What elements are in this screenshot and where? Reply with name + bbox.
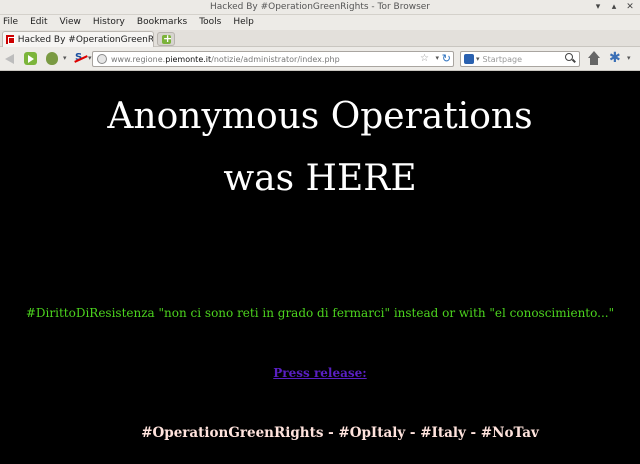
menu-tools[interactable]: Tools — [199, 15, 221, 30]
page-content: Anonymous Operations was HERE #DirittoDi… — [0, 72, 640, 464]
menu-bookmarks[interactable]: Bookmarks — [137, 15, 187, 30]
tab-label: Hacked By #OperationGreenRights — [17, 34, 153, 45]
home-icon[interactable] — [586, 51, 602, 67]
addon-dropdown-icon[interactable]: ▾ — [627, 54, 635, 70]
menu-bar: File Edit View History Bookmarks Tools H… — [0, 15, 640, 30]
hashtags-line: #OperationGreenRights - #OpItaly - #Ital… — [141, 425, 539, 441]
search-engine-dropdown-icon[interactable]: ▾ — [476, 55, 480, 63]
tor-onion-icon[interactable] — [44, 51, 62, 67]
tab-active[interactable]: Hacked By #OperationGreenRights — [2, 31, 154, 47]
bookmark-star-icon[interactable]: ☆ — [420, 53, 429, 64]
url-history-dropdown-icon[interactable]: ▾ — [435, 54, 439, 62]
window-title: Hacked By #OperationGreenRights - Tor Br… — [209, 2, 431, 12]
window-controls: ▾ ▴ ✕ — [593, 2, 635, 12]
search-placeholder: Startpage — [482, 54, 523, 64]
tab-bar: Hacked By #OperationGreenRights — [0, 30, 640, 47]
search-engine-icon[interactable] — [464, 54, 474, 64]
url-text: www.regione.piemonte.it/notizie/administ… — [111, 55, 340, 64]
url-domain: piemonte.it — [165, 54, 212, 64]
menu-help[interactable]: Help — [233, 15, 254, 30]
reload-icon[interactable]: ↻ — [442, 52, 451, 65]
forward-icon[interactable] — [22, 51, 38, 67]
headline-line-1: Anonymous Operations — [107, 96, 533, 137]
back-icon[interactable] — [3, 51, 19, 67]
noscript-icon[interactable] — [74, 51, 88, 67]
site-favicon-icon — [6, 35, 15, 44]
minimize-icon[interactable]: ▾ — [593, 2, 603, 12]
url-input[interactable]: www.regione.piemonte.it/notizie/administ… — [92, 51, 454, 67]
page-headline: Anonymous Operations was HERE — [0, 86, 640, 210]
search-icon[interactable] — [565, 53, 576, 64]
globe-icon — [97, 54, 107, 64]
url-prefix: www.regione. — [111, 54, 166, 64]
message-text: #DirittoDiResistenza "non ci sono reti i… — [25, 306, 615, 320]
addon-icon[interactable] — [608, 50, 626, 67]
close-icon[interactable]: ✕ — [625, 2, 635, 12]
menu-file[interactable]: File — [3, 15, 18, 30]
menu-edit[interactable]: Edit — [30, 15, 47, 30]
message-paragraph: #DirittoDiResistenza "non ci sono reti i… — [10, 283, 630, 403]
search-input[interactable]: ▾ Startpage — [460, 51, 580, 67]
menu-view[interactable]: View — [60, 15, 81, 30]
new-tab-icon[interactable] — [157, 32, 175, 46]
press-release-link[interactable]: Press release: — [273, 366, 366, 380]
headline-line-2: was HERE — [223, 158, 417, 199]
onion-dropdown-icon[interactable]: ▾ — [63, 54, 69, 70]
navigation-bar: ▾ ▾ www.regione.piemonte.it/notizie/admi… — [0, 47, 640, 71]
url-path: /notizie/administrator/index.php — [211, 54, 340, 64]
menu-history[interactable]: History — [93, 15, 125, 30]
maximize-icon[interactable]: ▴ — [609, 2, 619, 12]
window-titlebar: Hacked By #OperationGreenRights - Tor Br… — [0, 0, 640, 15]
